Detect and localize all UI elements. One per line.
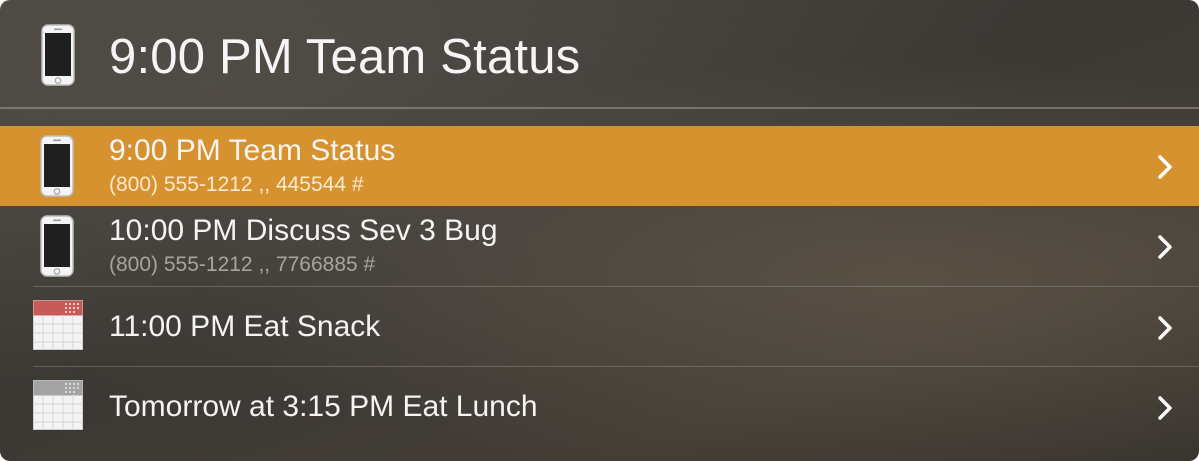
result-row-discuss-bug[interactable]: 10:00 PM Discuss Sev 3 Bug (800) 555-121… [0, 206, 1199, 286]
header-divider [0, 107, 1199, 109]
calendar-icon [33, 300, 83, 350]
phone-icon [40, 215, 74, 277]
result-row-team-status[interactable]: 9:00 PM Team Status (800) 555-1212 ,, 44… [0, 126, 1199, 206]
result-row-eat-lunch[interactable]: Tomorrow at 3:15 PM Eat Lunch [0, 367, 1199, 447]
result-row-eat-snack[interactable]: 11:00 PM Eat Snack [0, 287, 1199, 367]
result-title: 10:00 PM Discuss Sev 3 Bug [109, 214, 498, 247]
result-title: 9:00 PM Team Status [109, 134, 396, 167]
result-subtitle: (800) 555-1212 ,, 7766885 # [109, 253, 376, 276]
result-title: Tomorrow at 3:15 PM Eat Lunch [109, 390, 538, 423]
search-results-panel: 9:00 PM Team Status 9:00 PM Team Status … [0, 0, 1199, 461]
preview-header: 9:00 PM Team Status [0, 0, 1199, 108]
chevron-right-icon[interactable] [1155, 234, 1175, 260]
result-subtitle: (800) 555-1212 ,, 445544 # [109, 173, 364, 196]
phone-icon [40, 135, 74, 197]
chevron-right-icon[interactable] [1155, 315, 1175, 341]
phone-icon [41, 24, 75, 86]
calendar-icon [33, 380, 83, 430]
page-title: 9:00 PM Team Status [109, 30, 581, 84]
chevron-right-icon[interactable] [1155, 395, 1175, 421]
result-title: 11:00 PM Eat Snack [109, 310, 381, 343]
chevron-right-icon[interactable] [1155, 154, 1175, 180]
